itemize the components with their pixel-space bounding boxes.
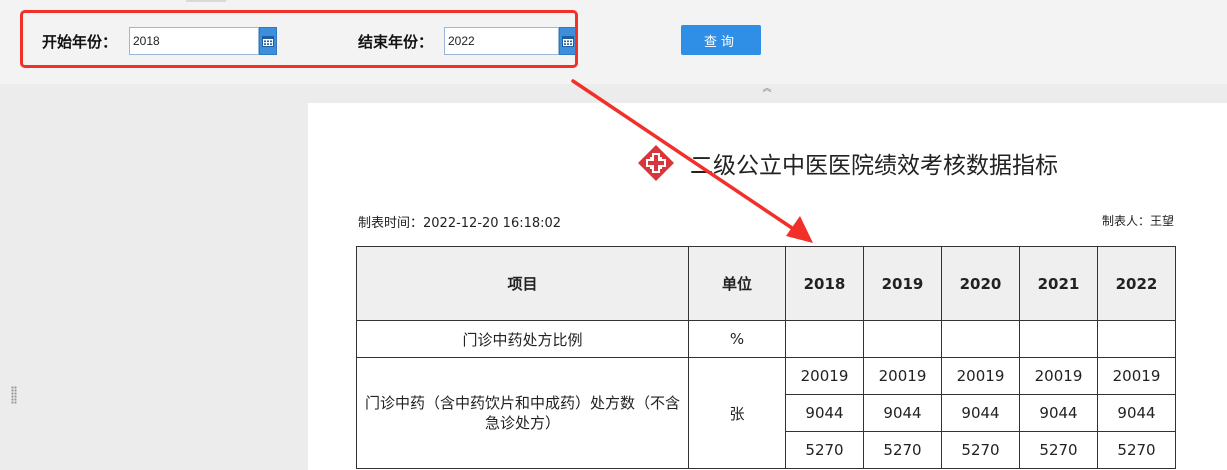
table-cell [941, 320, 1020, 358]
header-year-2021: 2021 [1019, 246, 1098, 321]
header-year-2018: 2018 [785, 246, 864, 321]
table-cell: 20019 [785, 357, 864, 395]
table-cell: 5270 [863, 431, 942, 469]
row-unit: % [688, 320, 786, 358]
table-cell: 20019 [1097, 357, 1176, 395]
query-button[interactable]: 查询 [681, 25, 761, 55]
header-year-2022: 2022 [1097, 246, 1176, 321]
table-cell: 9044 [1019, 394, 1098, 432]
annotation-highlight-box [20, 10, 578, 68]
chevron-up-icon[interactable]: ︽ [761, 84, 773, 94]
table-cell [1019, 320, 1098, 358]
header-item: 项目 [356, 246, 689, 321]
table-cell [785, 320, 864, 358]
report-made-by: 制表人：王望 [1101, 214, 1174, 228]
table-row: 门诊中药（含中药饮片和中成药）处方数（不含急诊处方） 张 20019 20019… [356, 357, 1176, 469]
table-cell: 9044 [1097, 394, 1176, 432]
header-year-2019: 2019 [863, 246, 942, 321]
row-unit: 张 [688, 357, 786, 469]
table-cell [863, 320, 942, 358]
header-unit: 单位 [688, 246, 786, 321]
row-item: 门诊中药处方比例 [356, 320, 689, 358]
tab-edge [186, 0, 226, 2]
table-cell: 5270 [941, 431, 1020, 469]
indicator-table: 项目 单位 2018 2019 2020 2021 2022 门诊中药处方比例 … [356, 246, 1176, 469]
splitter-grip-icon[interactable] [11, 386, 17, 404]
table-cell: 20019 [941, 357, 1020, 395]
report-made-time: 制表时间：2022-12-20 16:18:02 [358, 216, 562, 231]
table-cell: 5270 [785, 431, 864, 469]
table-cell: 9044 [941, 394, 1020, 432]
table-cell: 9044 [785, 394, 864, 432]
table-cell: 20019 [863, 357, 942, 395]
header-year-2020: 2020 [941, 246, 1020, 321]
report-title: 二级公立中医医院绩效考核数据指标 [690, 153, 1058, 179]
table-row: 门诊中药处方比例 % [356, 320, 1176, 358]
red-cross-logo-icon [638, 145, 674, 181]
row-item-text: 门诊中药（含中药饮片和中成药）处方数（不含急诊处方） [364, 394, 680, 432]
table-cell: 5270 [1097, 431, 1176, 469]
table-cell: 9044 [863, 394, 942, 432]
table-cell: 20019 [1019, 357, 1098, 395]
row-item: 门诊中药（含中药饮片和中成药）处方数（不含急诊处方） [356, 357, 689, 469]
table-cell: 5270 [1019, 431, 1098, 469]
table-cell [1097, 320, 1176, 358]
table-header-row: 项目 单位 2018 2019 2020 2021 2022 [356, 246, 1176, 321]
search-toolbar: 开始年份： 结束年份： 查询 [0, 0, 1227, 84]
